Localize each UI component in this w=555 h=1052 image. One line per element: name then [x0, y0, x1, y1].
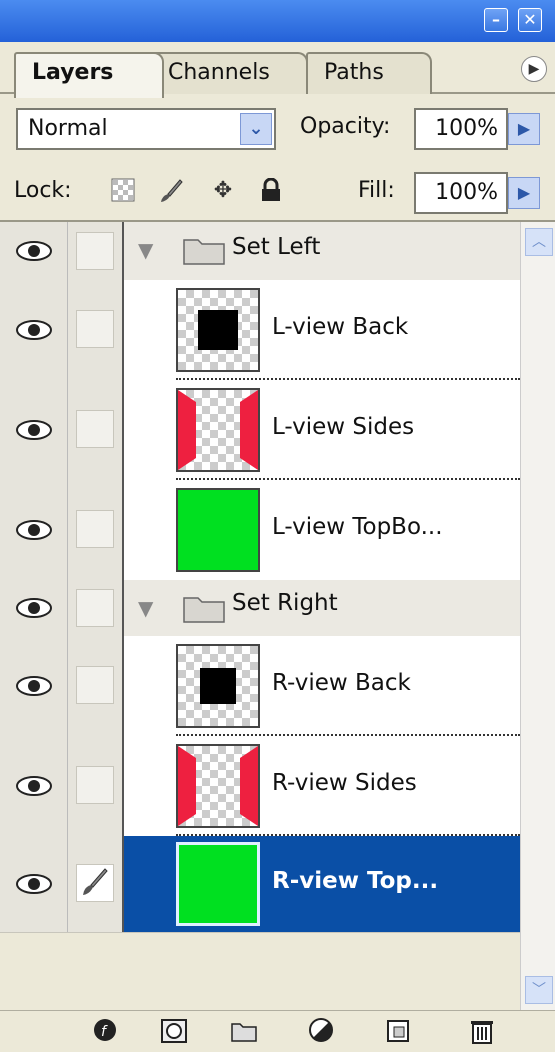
- panel-tabs: Layers Channels Paths ▶: [0, 42, 555, 98]
- panel-menu-icon[interactable]: ▶: [521, 56, 547, 82]
- new-group-icon[interactable]: [230, 1017, 258, 1045]
- opacity-slider-arrow-icon[interactable]: ▶: [508, 113, 540, 145]
- brush-link-icon[interactable]: [76, 864, 114, 902]
- link-box[interactable]: [76, 589, 114, 627]
- link-cell: [68, 480, 124, 580]
- scroll-up-icon[interactable]: ︿: [525, 228, 553, 256]
- link-box[interactable]: [76, 410, 114, 448]
- lock-move-icon[interactable]: ✥: [210, 178, 236, 204]
- folder-icon: [183, 239, 225, 265]
- layer-style-icon[interactable]: f: [92, 1017, 120, 1045]
- eye-icon[interactable]: [15, 674, 53, 698]
- link-box[interactable]: [76, 766, 114, 804]
- tab-layers[interactable]: Layers: [14, 52, 164, 98]
- layer-thumbnail: [176, 644, 260, 728]
- expand-triangle-icon[interactable]: ▼: [138, 238, 153, 262]
- link-cell: [68, 580, 124, 636]
- layer-name: R-view Top...: [272, 868, 439, 894]
- layer-group-set-right[interactable]: ▼ Set Right: [0, 580, 520, 636]
- eye-icon[interactable]: [15, 318, 53, 342]
- visibility-cell: [0, 636, 68, 736]
- group-name: Set Left: [232, 234, 321, 260]
- link-cell: [68, 280, 124, 380]
- fill-field[interactable]: 100%: [414, 172, 508, 214]
- tab-channels[interactable]: Channels: [150, 52, 308, 94]
- fill-label: Fill:: [358, 178, 395, 203]
- eye-icon[interactable]: [15, 518, 53, 542]
- layer-name: R-view Sides: [272, 770, 417, 796]
- layers-empty-area: [0, 932, 520, 1013]
- layer-row[interactable]: L-view TopBo...: [0, 480, 520, 580]
- scrollbar[interactable]: ︿ ﹀: [520, 222, 555, 1012]
- layer-row-selected[interactable]: R-view Top...: [0, 836, 520, 932]
- visibility-cell: [0, 836, 68, 932]
- visibility-cell: [0, 280, 68, 380]
- layer-thumbnail: [176, 744, 260, 828]
- mask-icon[interactable]: [160, 1017, 188, 1045]
- layer-name: L-view Sides: [272, 414, 415, 440]
- visibility-cell: [0, 380, 68, 480]
- layer-name: L-view TopBo...: [272, 514, 443, 540]
- layers-list: ▼ Set Left L-view Back L-view Sides L-vi…: [0, 222, 520, 932]
- layer-row[interactable]: L-view Sides: [0, 380, 520, 480]
- layer-thumbnail: [176, 388, 260, 472]
- eye-icon[interactable]: [15, 774, 53, 798]
- layer-thumbnail: [176, 288, 260, 372]
- link-box[interactable]: [76, 510, 114, 548]
- lock-row: Lock: ✥ Fill: 100% ▶: [0, 164, 555, 222]
- lock-all-icon[interactable]: [258, 177, 284, 204]
- eye-icon[interactable]: [15, 872, 53, 896]
- layer-name: R-view Back: [272, 670, 411, 696]
- link-box[interactable]: [76, 666, 114, 704]
- bottom-toolbar: f: [0, 1010, 555, 1050]
- panel-titlebar: – ✕: [0, 0, 555, 42]
- trash-icon[interactable]: [468, 1017, 496, 1045]
- opacity-label: Opacity:: [300, 114, 391, 139]
- adjustment-icon[interactable]: [308, 1017, 336, 1045]
- layer-name: L-view Back: [272, 314, 409, 340]
- blend-mode-value: Normal: [28, 116, 108, 141]
- visibility-cell: [0, 580, 68, 636]
- link-cell: [68, 380, 124, 480]
- layer-row[interactable]: R-view Back: [0, 636, 520, 736]
- link-cell: [68, 736, 124, 836]
- folder-icon: [183, 597, 225, 623]
- visibility-cell: [0, 736, 68, 836]
- blend-row: Normal ⌄ Opacity: 100% ▶: [0, 94, 555, 164]
- blend-mode-select[interactable]: Normal ⌄: [16, 108, 276, 150]
- visibility-cell: [0, 480, 68, 580]
- layer-group-set-left[interactable]: ▼ Set Left: [0, 222, 520, 280]
- link-cell: [68, 636, 124, 736]
- eye-icon[interactable]: [15, 239, 53, 263]
- layer-row[interactable]: R-view Sides: [0, 736, 520, 836]
- link-box[interactable]: [76, 310, 114, 348]
- fill-slider-arrow-icon[interactable]: ▶: [508, 177, 540, 209]
- lock-transparent-icon[interactable]: [110, 178, 136, 204]
- chevron-down-icon[interactable]: ⌄: [240, 113, 272, 145]
- lock-label: Lock:: [14, 178, 72, 203]
- link-cell: [68, 836, 124, 932]
- scroll-down-icon[interactable]: ﹀: [525, 976, 553, 1004]
- eye-icon[interactable]: [15, 596, 53, 620]
- link-cell: [68, 222, 124, 280]
- new-layer-icon[interactable]: [384, 1017, 412, 1045]
- minimize-icon[interactable]: –: [484, 8, 508, 32]
- group-name: Set Right: [232, 590, 338, 616]
- visibility-cell: [0, 222, 68, 280]
- layer-thumbnail: [176, 842, 260, 926]
- expand-triangle-icon[interactable]: ▼: [138, 596, 153, 620]
- opacity-field[interactable]: 100%: [414, 108, 508, 150]
- layer-thumbnail: [176, 488, 260, 572]
- tab-paths[interactable]: Paths: [306, 52, 432, 94]
- link-box[interactable]: [76, 232, 114, 270]
- lock-brush-icon[interactable]: [158, 178, 184, 204]
- layer-row[interactable]: L-view Back: [0, 280, 520, 380]
- close-icon[interactable]: ✕: [518, 8, 542, 32]
- eye-icon[interactable]: [15, 418, 53, 442]
